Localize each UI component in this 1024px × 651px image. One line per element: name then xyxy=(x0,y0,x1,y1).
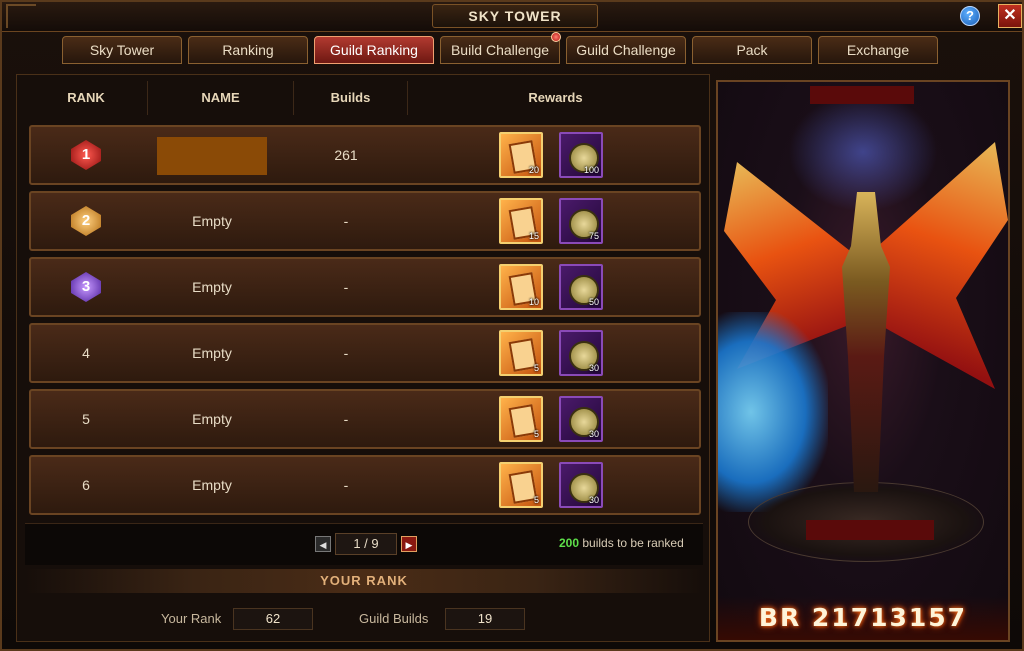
guild-name: Empty xyxy=(192,279,232,295)
tab-sky-tower[interactable]: Sky Tower xyxy=(62,36,182,64)
ranked-text: builds to be ranked xyxy=(582,536,684,550)
builds-count: - xyxy=(343,279,349,295)
pagination-bar: ◀ 1 / 9 ▶ 200 builds to be ranked xyxy=(25,523,703,565)
coin-reward-icon[interactable]: 30 xyxy=(559,330,603,376)
blue-flame xyxy=(718,312,828,512)
ranked-count: 200 xyxy=(559,536,580,550)
guild-builds-label: Guild Builds xyxy=(359,611,429,626)
coin-reward-icon[interactable]: 100 xyxy=(559,132,603,178)
tab-guild-challenge[interactable]: Guild Challenge xyxy=(566,36,686,64)
tab-bar: Sky Tower Ranking Guild Ranking Build Ch… xyxy=(62,36,938,66)
reward-qty: 20 xyxy=(528,165,539,175)
scroll-reward-icon[interactable]: 5 xyxy=(499,330,543,376)
scroll-reward-icon[interactable]: 5 xyxy=(499,462,543,508)
your-rank-label: Your Rank xyxy=(161,611,222,626)
notification-dot xyxy=(551,32,561,42)
guild-builds-value: 19 xyxy=(445,608,525,630)
rank-2-badge-icon: 2 xyxy=(71,206,101,236)
rank-number: 5 xyxy=(82,411,90,427)
rank-number: 6 xyxy=(82,477,90,493)
character-name-redacted xyxy=(810,86,914,104)
header-builds: Builds xyxy=(293,81,407,115)
coin-reward-icon[interactable]: 30 xyxy=(559,462,603,508)
title-bar: SKY TOWER ? ✕ xyxy=(2,2,1022,32)
guild-ranking-panel: RANK NAME Builds Rewards 1 261 20 100 2 … xyxy=(16,74,710,642)
builds-count: 261 xyxy=(334,147,358,163)
rank-1-badge-icon: 1 xyxy=(71,140,101,170)
header-rank: RANK xyxy=(67,90,105,105)
reward-qty: 30 xyxy=(588,495,599,505)
reward-qty: 75 xyxy=(588,231,599,241)
table-row: 2 Empty - 15 75 xyxy=(29,191,701,251)
builds-count: - xyxy=(343,411,349,427)
reward-qty: 15 xyxy=(528,231,539,241)
table-row: 3 Empty - 10 50 xyxy=(29,257,701,317)
character-showcase: BR 21713157 xyxy=(716,80,1010,642)
ranked-requirement: 200 builds to be ranked xyxy=(559,536,684,550)
next-page-button[interactable]: ▶ xyxy=(401,536,417,552)
prev-page-button[interactable]: ◀ xyxy=(315,536,331,552)
table-row: 6 Empty - 5 30 xyxy=(29,455,701,515)
scroll-reward-icon[interactable]: 15 xyxy=(499,198,543,244)
scroll-reward-icon[interactable]: 5 xyxy=(499,396,543,442)
sky-tower-window: SKY TOWER ? ✕ Sky Tower Ranking Guild Ra… xyxy=(0,0,1024,651)
reward-qty: 10 xyxy=(528,297,539,307)
table-row: 5 Empty - 5 30 xyxy=(29,389,701,449)
guild-name-redacted xyxy=(157,137,267,175)
tab-build-challenge[interactable]: Build Challenge xyxy=(440,36,560,64)
page-indicator: 1 / 9 xyxy=(335,533,397,555)
table-header: RANK NAME Builds Rewards xyxy=(25,81,703,115)
close-button[interactable]: ✕ xyxy=(998,4,1022,28)
corner-ornament xyxy=(6,4,36,28)
reward-qty: 30 xyxy=(588,363,599,373)
tab-pack[interactable]: Pack xyxy=(692,36,812,64)
guild-name: Empty xyxy=(192,345,232,361)
coin-reward-icon[interactable]: 50 xyxy=(559,264,603,310)
reward-qty: 5 xyxy=(533,363,539,373)
your-rank-heading: YOUR RANK xyxy=(25,569,703,593)
tab-exchange[interactable]: Exchange xyxy=(818,36,938,64)
guild-name: Empty xyxy=(192,477,232,493)
table-row: 1 261 20 100 xyxy=(29,125,701,185)
header-rewards: Rewards xyxy=(407,81,703,115)
table-row: 4 Empty - 5 30 xyxy=(29,323,701,383)
reward-qty: 50 xyxy=(588,297,599,307)
scroll-reward-icon[interactable]: 10 xyxy=(499,264,543,310)
builds-count: - xyxy=(343,345,349,361)
tab-guild-ranking[interactable]: Guild Ranking xyxy=(314,36,434,64)
scroll-reward-icon[interactable]: 20 xyxy=(499,132,543,178)
reward-qty: 100 xyxy=(583,165,599,175)
guild-name: Empty xyxy=(192,213,232,229)
coin-reward-icon[interactable]: 30 xyxy=(559,396,603,442)
reward-qty: 5 xyxy=(533,429,539,439)
builds-count: - xyxy=(343,213,349,229)
builds-count: - xyxy=(343,477,349,493)
battle-rating: BR 21713157 xyxy=(758,603,968,632)
guild-name: Empty xyxy=(192,411,232,427)
battle-rating-bar: BR 21713157 xyxy=(718,596,1008,640)
help-button[interactable]: ? xyxy=(960,6,980,26)
window-title: SKY TOWER xyxy=(432,4,598,28)
armored-character xyxy=(842,192,890,492)
rank-number: 4 xyxy=(82,345,90,361)
your-rank-value: 62 xyxy=(233,608,313,630)
rank-3-badge-icon: 3 xyxy=(71,272,101,302)
reward-qty: 30 xyxy=(588,429,599,439)
tab-ranking[interactable]: Ranking xyxy=(188,36,308,64)
reward-qty: 5 xyxy=(533,495,539,505)
coin-reward-icon[interactable]: 75 xyxy=(559,198,603,244)
header-name: NAME xyxy=(147,81,293,115)
guild-title-redacted xyxy=(806,520,934,540)
